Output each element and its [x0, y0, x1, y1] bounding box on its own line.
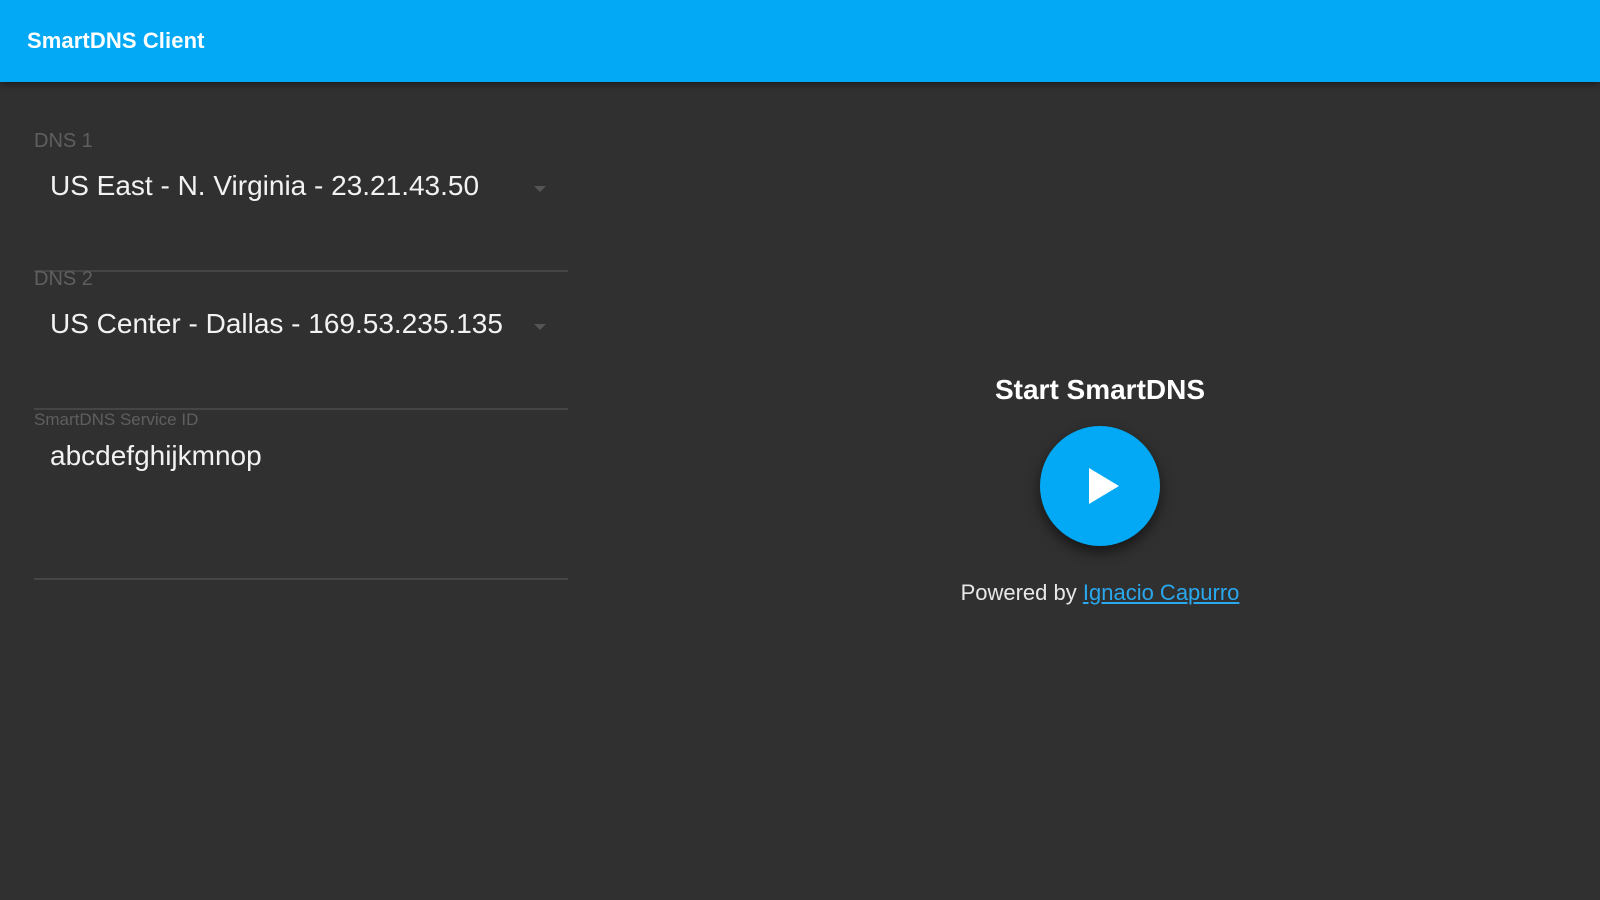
service-id-field[interactable]: SmartDNS Service ID abcdefghijkmnop — [34, 410, 568, 580]
dns1-selected-value[interactable]: US East - N. Virginia - 23.21.43.50 — [50, 170, 479, 202]
start-title: Start SmartDNS — [994, 374, 1206, 405]
dns2-label: DNS 2 — [34, 268, 93, 290]
author-link[interactable]: Ignacio Capurro — [1083, 580, 1240, 605]
dns2-dropdown-arrow-icon[interactable] — [534, 324, 546, 330]
dns1-label: DNS 1 — [34, 130, 93, 152]
service-id-input[interactable]: abcdefghijkmnop — [50, 440, 262, 472]
service-id-underline — [34, 578, 568, 580]
main-content: DNS 1 US East - N. Virginia - 23.21.43.5… — [0, 82, 1600, 900]
start-play-button[interactable] — [1040, 426, 1160, 546]
start-panel: Start SmartDNS Powered by Ignacio Capurr… — [900, 374, 1300, 606]
dns1-dropdown[interactable]: DNS 1 US East - N. Virginia - 23.21.43.5… — [34, 130, 568, 272]
dns2-dropdown[interactable]: DNS 2 US Center - Dallas - 169.53.235.13… — [34, 268, 568, 410]
play-icon — [1088, 468, 1119, 504]
app-title: SmartDNS Client — [27, 28, 205, 53]
dns1-dropdown-arrow-icon[interactable] — [534, 186, 546, 192]
powered-by-text: Powered by Ignacio Capurro — [900, 580, 1300, 606]
dns2-selected-value[interactable]: US Center - Dallas - 169.53.235.135 — [50, 308, 503, 340]
app-bar: SmartDNS Client — [0, 0, 1600, 82]
service-id-label: SmartDNS Service ID — [34, 410, 199, 429]
powered-by-prefix: Powered by — [960, 580, 1083, 605]
